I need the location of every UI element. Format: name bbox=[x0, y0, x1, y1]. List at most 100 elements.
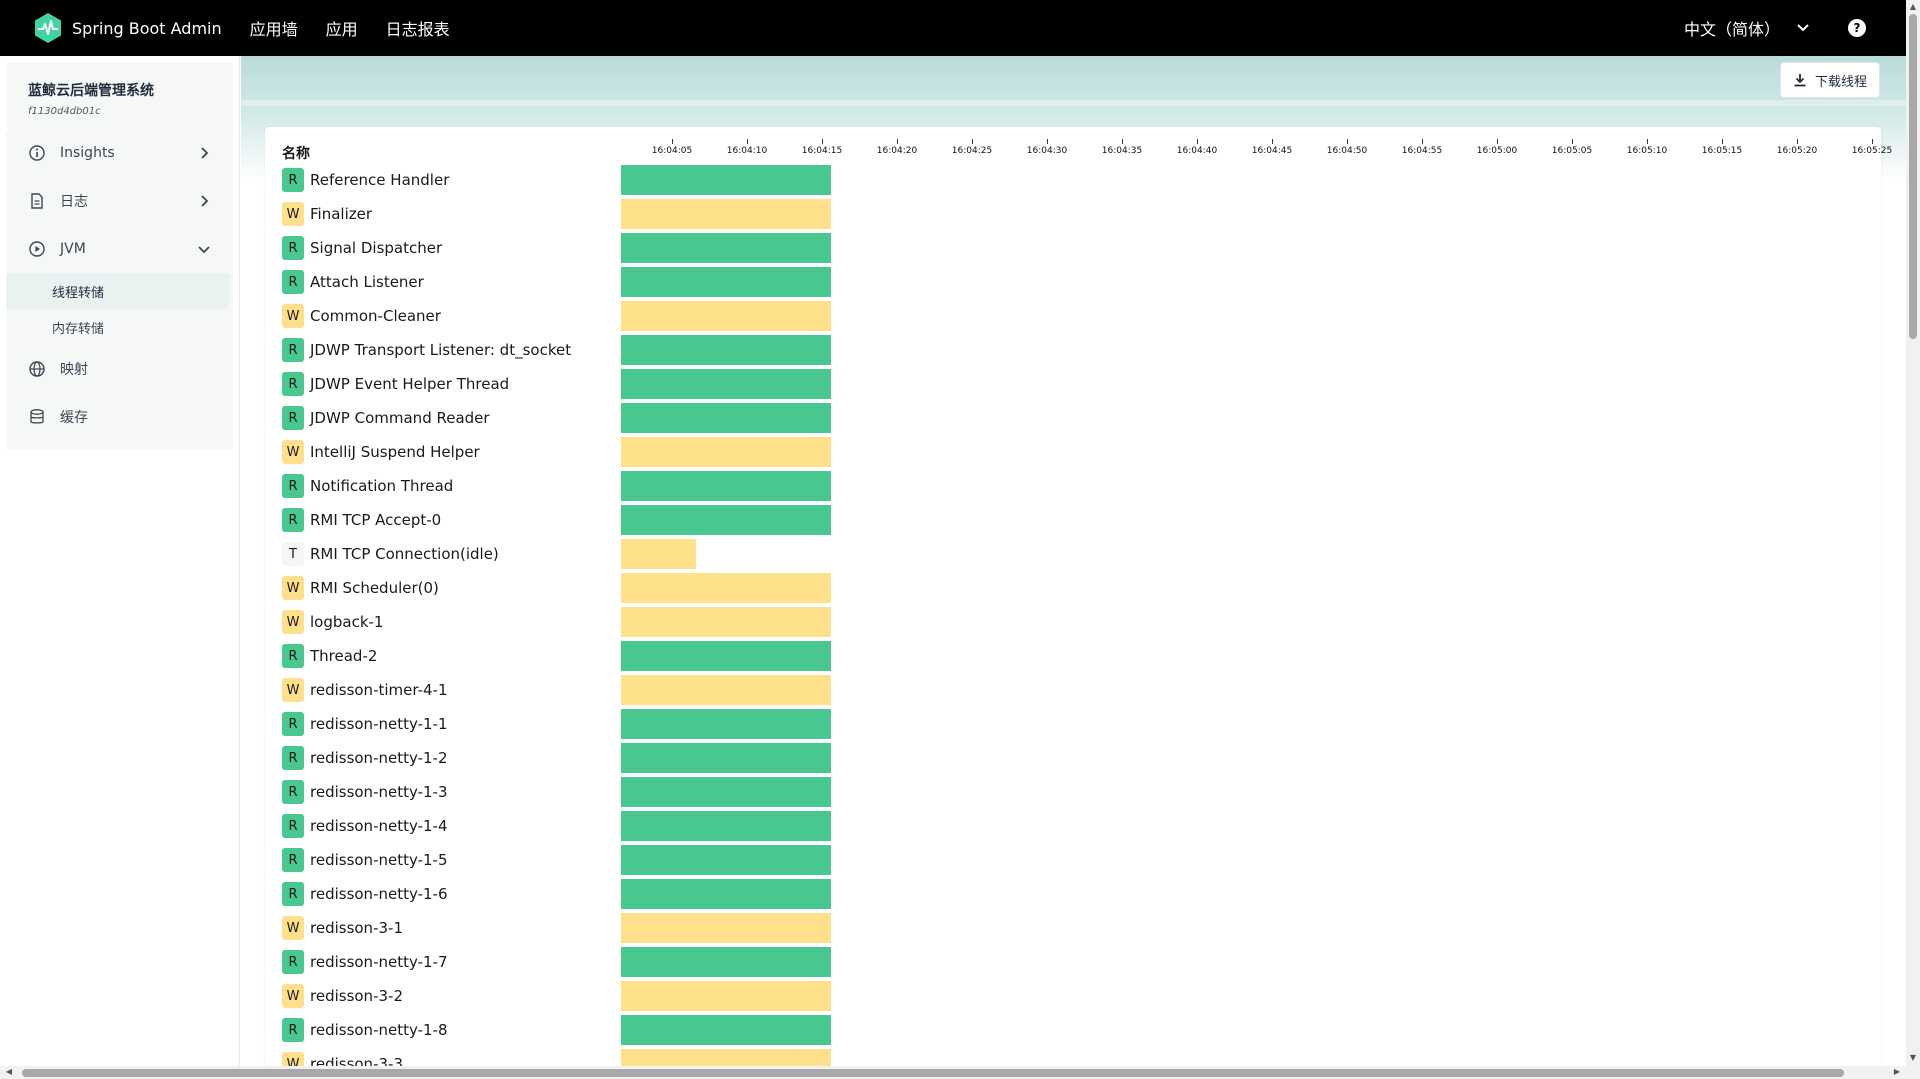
axis-tick-line bbox=[1271, 139, 1273, 144]
thread-activity-bar[interactable] bbox=[621, 301, 831, 331]
sidebar-subitem-heap-dump[interactable]: 内存转储 bbox=[6, 309, 233, 345]
thread-row[interactable]: Rredisson-netty-1-3 bbox=[282, 775, 1842, 809]
chevron-right-icon bbox=[201, 147, 209, 159]
axis-tick-line bbox=[1496, 139, 1498, 144]
sidebar-item-caches[interactable]: 缓存 bbox=[6, 393, 233, 441]
thread-row[interactable]: R Thread-2 bbox=[282, 639, 1842, 673]
thread-activity-bar[interactable] bbox=[621, 675, 831, 705]
thread-activity-bar[interactable] bbox=[621, 369, 831, 399]
thread-activity-bar[interactable] bbox=[621, 743, 831, 773]
axis-tick-label: 16:04:55 bbox=[1401, 146, 1443, 156]
thread-row[interactable]: Rredisson-netty-1-1 bbox=[282, 707, 1842, 741]
thread-row[interactable]: Wredisson-3-3 bbox=[282, 1047, 1842, 1066]
horizontal-scrollbar-thumb[interactable] bbox=[22, 1069, 1844, 1077]
axis-tick: 16:04:30 bbox=[1007, 139, 1087, 156]
thread-row[interactable]: Rredisson-netty-1-2 bbox=[282, 741, 1842, 775]
thread-activity-bar[interactable] bbox=[621, 981, 831, 1011]
axis-tick: 16:04:15 bbox=[782, 139, 862, 156]
thread-activity-bar[interactable] bbox=[621, 845, 831, 875]
sidebar-item-jvm[interactable]: JVM bbox=[6, 225, 233, 273]
sidebar-item-label: 日志 bbox=[60, 194, 88, 210]
brand[interactable]: Spring Boot Admin bbox=[32, 12, 222, 44]
nav-item-wallboard[interactable]: 应用墙 bbox=[250, 16, 298, 40]
thread-name: RMI TCP Connection(idle) bbox=[310, 545, 499, 563]
thread-row[interactable]: R JDWP Transport Listener: dt_socket bbox=[282, 333, 1842, 367]
thread-row[interactable]: R JDWP Event Helper Thread bbox=[282, 367, 1842, 401]
thread-row[interactable]: R Notification Thread bbox=[282, 469, 1842, 503]
thread-row[interactable]: Rredisson-netty-1-7 bbox=[282, 945, 1842, 979]
thread-activity-bar[interactable] bbox=[621, 199, 831, 229]
thread-state-badge: R bbox=[282, 406, 304, 430]
thread-activity-bar[interactable] bbox=[621, 811, 831, 841]
thread-activity-bar[interactable] bbox=[621, 607, 831, 637]
sidebar-item-logs[interactable]: 日志 bbox=[6, 177, 233, 225]
horizontal-scrollbar[interactable]: ◀ ▶ bbox=[0, 1066, 1906, 1079]
axis-tick: 16:05:15 bbox=[1682, 139, 1762, 156]
thread-activity-bar[interactable] bbox=[621, 573, 831, 603]
thread-activity-bar[interactable] bbox=[621, 403, 831, 433]
thread-state-badge: R bbox=[282, 168, 304, 192]
info-icon bbox=[29, 145, 45, 161]
scroll-left-arrow-icon[interactable]: ◀ bbox=[4, 1067, 14, 1077]
thread-activity-bar[interactable] bbox=[621, 777, 831, 807]
thread-activity-bar[interactable] bbox=[621, 505, 831, 535]
brand-name: Spring Boot Admin bbox=[72, 18, 222, 38]
axis-tick-label: 16:05:20 bbox=[1776, 146, 1818, 156]
thread-activity-bar[interactable] bbox=[621, 437, 831, 467]
scroll-down-arrow-icon[interactable]: ▼ bbox=[1908, 1053, 1918, 1063]
thread-activity-bar[interactable] bbox=[621, 913, 831, 943]
thread-activity-bar[interactable] bbox=[621, 641, 831, 671]
thread-activity-bar[interactable] bbox=[621, 947, 831, 977]
nav-item-applications[interactable]: 应用 bbox=[326, 16, 358, 40]
thread-activity-bar[interactable] bbox=[621, 165, 831, 195]
thread-row[interactable]: Wredisson-3-2 bbox=[282, 979, 1842, 1013]
thread-row[interactable]: R Signal Dispatcher bbox=[282, 231, 1842, 265]
sidebar: 蓝鲸云后端管理系统 f1130d4db01c Insights 日志 JVM 线… bbox=[0, 56, 240, 1066]
thread-row[interactable]: Wredisson-timer-4-1 bbox=[282, 673, 1842, 707]
thread-activity-bar[interactable] bbox=[621, 335, 831, 365]
thread-row[interactable]: W IntelliJ Suspend Helper bbox=[282, 435, 1842, 469]
thread-activity-bar[interactable] bbox=[621, 1015, 831, 1045]
axis-tick-line bbox=[671, 139, 673, 144]
help-icon[interactable]: ? bbox=[1848, 19, 1866, 37]
thread-activity-bar[interactable] bbox=[621, 879, 831, 909]
instance-id: f1130d4db01c bbox=[28, 106, 101, 117]
thread-row[interactable]: W Finalizer bbox=[282, 197, 1842, 231]
sidebar-subitem-thread-dump[interactable]: 线程转储 bbox=[6, 273, 229, 309]
thread-row[interactable]: R RMI TCP Accept-0 bbox=[282, 503, 1842, 537]
thread-activity-bar[interactable] bbox=[621, 471, 831, 501]
thread-row[interactable]: R Reference Handler bbox=[282, 163, 1842, 197]
thread-activity-bar[interactable] bbox=[621, 1049, 831, 1066]
scroll-up-arrow-icon[interactable]: ▲ bbox=[1908, 2, 1918, 12]
nav-item-log-reports[interactable]: 日志报表 bbox=[386, 16, 450, 40]
axis-tick-label: 16:05:25 bbox=[1851, 146, 1893, 156]
axis-tick: 16:05:10 bbox=[1607, 139, 1687, 156]
thread-row[interactable]: Rredisson-netty-1-4 bbox=[282, 809, 1842, 843]
thread-activity-bar[interactable] bbox=[621, 709, 831, 739]
thread-row[interactable]: Rredisson-netty-1-6 bbox=[282, 877, 1842, 911]
thread-activity-bar[interactable] bbox=[621, 267, 831, 297]
axis-tick-label: 16:04:10 bbox=[726, 146, 768, 156]
download-threads-button[interactable]: 下载线程 bbox=[1779, 62, 1880, 98]
scroll-right-arrow-icon[interactable]: ▶ bbox=[1892, 1067, 1902, 1077]
thread-activity-bar[interactable] bbox=[621, 539, 696, 569]
language-selector[interactable]: 中文（简体） bbox=[1684, 16, 1812, 40]
thread-row[interactable]: Wlogback-1 bbox=[282, 605, 1842, 639]
axis-tick-label: 16:04:45 bbox=[1251, 146, 1293, 156]
thread-row[interactable]: T RMI TCP Connection(idle) bbox=[282, 537, 1842, 571]
sidebar-item-insights[interactable]: Insights bbox=[6, 129, 233, 177]
thread-row[interactable]: Rredisson-netty-1-8 bbox=[282, 1013, 1842, 1047]
thread-state-badge: R bbox=[282, 644, 304, 668]
thread-row[interactable]: R Attach Listener bbox=[282, 265, 1842, 299]
thread-row[interactable]: Rredisson-netty-1-5 bbox=[282, 843, 1842, 877]
thread-state-badge: R bbox=[282, 712, 304, 736]
sidebar-item-mappings[interactable]: 映射 bbox=[6, 345, 233, 393]
thread-row[interactable]: Wredisson-3-1 bbox=[282, 911, 1842, 945]
thread-row[interactable]: W RMI Scheduler(0) bbox=[282, 571, 1842, 605]
thread-row[interactable]: R JDWP Command Reader bbox=[282, 401, 1842, 435]
vertical-scrollbar-thumb[interactable] bbox=[1909, 14, 1917, 339]
vertical-scrollbar[interactable]: ▲ ▼ bbox=[1906, 0, 1920, 1079]
thread-activity-bar[interactable] bbox=[621, 233, 831, 263]
thread-state-badge: T bbox=[282, 542, 304, 566]
thread-row[interactable]: W Common-Cleaner bbox=[282, 299, 1842, 333]
